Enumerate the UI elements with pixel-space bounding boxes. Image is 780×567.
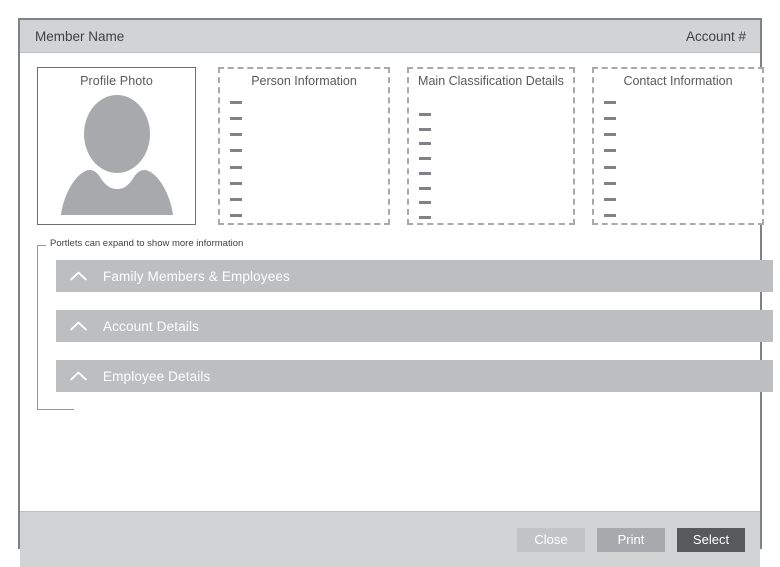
contact-information-portlet[interactable]: Contact Information xyxy=(592,67,764,225)
placeholder-line xyxy=(419,142,431,145)
placeholder-line xyxy=(230,214,242,217)
accordion-label: Account Details xyxy=(103,319,199,334)
placeholder-line xyxy=(230,133,242,136)
accordion-account-details[interactable]: Account Details xyxy=(56,310,773,342)
expandable-portlet-group: Portlets can expand to show more informa… xyxy=(37,245,759,410)
placeholder-line xyxy=(230,182,242,185)
profile-photo-portlet[interactable]: Profile Photo xyxy=(37,67,196,225)
main-classification-details-portlet[interactable]: Main Classification Details xyxy=(407,67,575,225)
profile-photo-title: Profile Photo xyxy=(38,68,195,88)
placeholder-line xyxy=(230,149,242,152)
placeholder-line xyxy=(230,166,242,169)
placeholder-line xyxy=(230,117,242,120)
accordion-label: Family Members & Employees xyxy=(103,269,290,284)
person-information-title: Person Information xyxy=(220,69,388,88)
chevron-up-icon xyxy=(70,271,87,281)
top-portlet-row: Profile Photo Person Information xyxy=(20,53,760,238)
page-title: Member Name xyxy=(35,29,124,44)
main-classification-details-title: Main Classification Details xyxy=(409,69,573,88)
accordion-list: Family Members & Employees Account Detai… xyxy=(56,260,773,392)
placeholder-line xyxy=(604,198,616,201)
placeholder-line xyxy=(419,172,431,175)
placeholder-line xyxy=(419,201,431,204)
placeholder-line xyxy=(604,214,616,217)
select-button[interactable]: Select xyxy=(677,528,745,552)
person-information-placeholders xyxy=(230,101,380,217)
print-button[interactable]: Print xyxy=(597,528,665,552)
placeholder-line xyxy=(604,149,616,152)
member-detail-window: Member Name Account # Profile Photo Pers… xyxy=(18,18,762,549)
person-information-portlet[interactable]: Person Information xyxy=(218,67,390,225)
placeholder-line xyxy=(604,166,616,169)
placeholder-line xyxy=(230,101,242,104)
screen-root: Member Name Account # Profile Photo Pers… xyxy=(0,0,780,567)
placeholder-line xyxy=(419,128,431,131)
main-classification-placeholders xyxy=(419,113,565,219)
portlet-group-annotation: Portlets can expand to show more informa… xyxy=(46,238,247,249)
placeholder-line xyxy=(230,198,242,201)
close-button[interactable]: Close xyxy=(517,528,585,552)
window-content: Profile Photo Person Information xyxy=(20,53,760,511)
placeholder-line xyxy=(419,187,431,190)
user-avatar-icon xyxy=(58,94,176,216)
bracket-mask-bottom xyxy=(74,408,760,410)
placeholder-line xyxy=(419,113,431,116)
accordion-label: Employee Details xyxy=(103,369,210,384)
window-titlebar: Member Name Account # xyxy=(20,20,760,53)
chevron-up-icon xyxy=(70,321,87,331)
accordion-employee-details[interactable]: Employee Details xyxy=(56,360,773,392)
placeholder-line xyxy=(604,182,616,185)
window-footer: Close Print Select xyxy=(20,511,760,567)
placeholder-line xyxy=(604,133,616,136)
contact-information-placeholders xyxy=(604,101,754,217)
placeholder-line xyxy=(604,101,616,104)
placeholder-line xyxy=(419,157,431,160)
chevron-up-icon xyxy=(70,371,87,381)
accordion-family-members-employees[interactable]: Family Members & Employees xyxy=(56,260,773,292)
contact-information-title: Contact Information xyxy=(594,69,762,88)
account-number-label: Account # xyxy=(686,29,746,44)
placeholder-line xyxy=(604,117,616,120)
placeholder-line xyxy=(419,216,431,219)
